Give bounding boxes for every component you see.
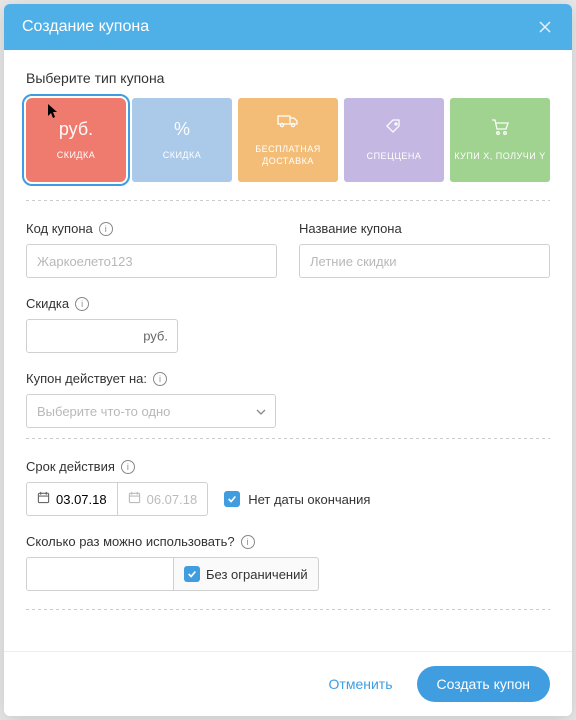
calendar-icon bbox=[128, 491, 141, 507]
cancel-button[interactable]: Отменить bbox=[319, 668, 403, 700]
coupon-code-label: Код купона bbox=[26, 221, 93, 236]
coupon-name-input[interactable] bbox=[299, 244, 550, 278]
coupon-name-field: Название купона bbox=[299, 221, 550, 278]
validity-field: Срок действия i 03.07.18 06.07 bbox=[26, 459, 550, 516]
divider bbox=[26, 609, 550, 610]
create-button[interactable]: Создать купон bbox=[417, 666, 550, 702]
modal-body: Выберите тип купона руб. СКИДКА % СКИДКА… bbox=[4, 50, 572, 651]
modal-title: Создание купона bbox=[22, 18, 149, 36]
type-percent-discount[interactable]: % СКИДКА bbox=[132, 98, 232, 182]
start-date-input[interactable]: 03.07.18 bbox=[27, 483, 117, 515]
applies-to-field: Купон действует на: i Выберите что-то од… bbox=[26, 371, 550, 428]
divider bbox=[26, 438, 550, 439]
coupon-code-field: Код купона i bbox=[26, 221, 277, 278]
validity-label: Срок действия bbox=[26, 459, 115, 474]
percent-icon: % bbox=[174, 119, 190, 140]
info-icon[interactable]: i bbox=[75, 297, 89, 311]
select-type-label: Выберите тип купона bbox=[26, 70, 550, 86]
discount-field: Скидка i руб. bbox=[26, 296, 550, 353]
modal-header: Создание купона bbox=[4, 4, 572, 50]
modal-footer: Отменить Создать купон bbox=[4, 651, 572, 716]
coupon-code-input[interactable] bbox=[26, 244, 277, 278]
coupon-name-label: Название купона bbox=[299, 221, 402, 236]
tag-icon bbox=[385, 118, 403, 141]
ruble-icon: руб. bbox=[59, 119, 93, 140]
date-range-picker: 03.07.18 06.07.18 bbox=[26, 482, 208, 516]
start-date-value: 03.07.18 bbox=[56, 492, 107, 507]
type-free-shipping[interactable]: БЕСПЛАТНАЯ ДОСТАВКА bbox=[238, 98, 338, 182]
info-icon[interactable]: i bbox=[121, 460, 135, 474]
no-end-date-checkbox[interactable] bbox=[224, 491, 240, 507]
type-special-price[interactable]: СПЕЦЦЕНА bbox=[344, 98, 444, 182]
truck-icon bbox=[277, 113, 299, 134]
end-date-input[interactable]: 06.07.18 bbox=[117, 483, 208, 515]
type-buy-x-get-y[interactable]: КУПИ X, ПОЛУЧИ Y bbox=[450, 98, 550, 182]
applies-to-label: Купон действует на: bbox=[26, 371, 147, 386]
usage-limit-input[interactable] bbox=[26, 557, 174, 591]
coupon-type-selector: руб. СКИДКА % СКИДКА БЕСПЛАТНАЯ ДОСТАВКА bbox=[26, 98, 550, 182]
divider bbox=[26, 200, 550, 201]
cart-icon bbox=[490, 118, 510, 141]
type-label: БЕСПЛАТНАЯ ДОСТАВКА bbox=[242, 144, 334, 167]
calendar-icon bbox=[37, 491, 50, 507]
discount-suffix: руб. bbox=[143, 329, 168, 344]
type-label: СПЕЦЦЕНА bbox=[367, 151, 422, 163]
end-date-value: 06.07.18 bbox=[147, 492, 198, 507]
type-rub-discount[interactable]: руб. СКИДКА bbox=[26, 98, 126, 182]
create-coupon-modal: Создание купона Выберите тип купона руб.… bbox=[4, 4, 572, 716]
no-end-date-label: Нет даты окончания bbox=[248, 492, 370, 507]
type-label: СКИДКА bbox=[57, 150, 96, 162]
info-icon[interactable]: i bbox=[153, 372, 167, 386]
unlimited-append: Без ограничений bbox=[174, 557, 319, 591]
type-label: КУПИ X, ПОЛУЧИ Y bbox=[454, 151, 545, 163]
close-icon[interactable] bbox=[536, 18, 554, 36]
unlimited-label: Без ограничений bbox=[206, 567, 308, 582]
applies-to-select[interactable]: Выберите что-то одно bbox=[26, 394, 276, 428]
usage-limit-field: Сколько раз можно использовать? i Без ог… bbox=[26, 534, 550, 591]
discount-label: Скидка bbox=[26, 296, 69, 311]
unlimited-checkbox[interactable] bbox=[184, 566, 200, 582]
info-icon[interactable]: i bbox=[241, 535, 255, 549]
info-icon[interactable]: i bbox=[99, 222, 113, 236]
type-label: СКИДКА bbox=[163, 150, 202, 162]
usage-limit-label: Сколько раз можно использовать? bbox=[26, 534, 235, 549]
